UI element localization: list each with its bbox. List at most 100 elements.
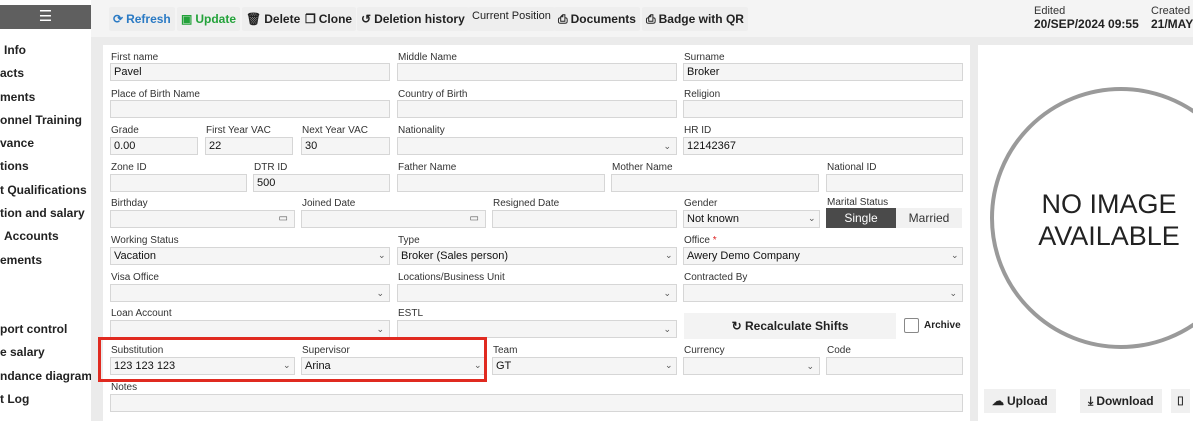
clone-button[interactable]: ❐ Clone: [301, 7, 357, 31]
currency-label: Currency: [684, 345, 725, 356]
contracted-by-label: Contracted By: [684, 272, 748, 283]
chevron-down-icon: ⌄: [665, 250, 673, 260]
sidebar-item-documents[interactable]: ments: [0, 86, 91, 109]
surname-input[interactable]: Broker: [683, 63, 963, 81]
place-of-birth-input[interactable]: [110, 100, 390, 118]
middle-name-input[interactable]: [397, 63, 677, 81]
archive-label: Archive: [924, 320, 961, 331]
sidebar-item-qualifications[interactable]: t Qualifications: [0, 179, 91, 202]
created-meta: Created 21/MAY/: [1151, 5, 1193, 31]
hr-id-input[interactable]: 12142367: [683, 137, 963, 155]
zone-id-label: Zone ID: [111, 162, 147, 173]
save-icon: ▣: [181, 12, 193, 26]
sidebar-item-base-salary[interactable]: e salary: [0, 341, 91, 364]
toolbar: ⟳ Refresh ▣ Update 🗑 Delete ❐ Clone ↺ Deletio…: [91, 0, 1193, 37]
current-position-button[interactable]: Current Position: [468, 7, 555, 31]
national-id-input[interactable]: [826, 174, 963, 192]
refresh-icon: ⟳: [113, 12, 124, 26]
dtr-id-label: DTR ID: [254, 162, 288, 173]
sidebar-item-accounts[interactable]: Accounts: [0, 225, 91, 248]
marital-married-option[interactable]: Married: [896, 208, 962, 228]
delete-button[interactable]: 🗑 Delete: [242, 7, 305, 31]
deletion-history-button[interactable]: ↺ Deletion history: [357, 7, 469, 31]
chevron-down-icon: ⌄: [376, 288, 384, 298]
place-of-birth-label: Place of Birth Name: [111, 89, 200, 100]
documents-button[interactable]: ⎙ Documents: [554, 7, 640, 31]
sidebar-item-audit-log[interactable]: t Log: [0, 388, 91, 411]
dtr-id-input[interactable]: 500: [253, 174, 390, 192]
nationality-select[interactable]: ⌄: [397, 137, 677, 155]
contracted-by-select[interactable]: ⌄: [683, 284, 963, 302]
cloud-upload-icon: ☁: [992, 394, 1004, 408]
trash-icon: ⌷: [1177, 393, 1185, 408]
chevron-down-icon: ⌄: [949, 288, 957, 298]
office-label-wrap: Office *: [684, 235, 717, 246]
upload-button[interactable]: ☁ Upload: [984, 389, 1056, 413]
recalculate-shifts-button[interactable]: ↻ Recalculate Shifts: [684, 313, 896, 339]
calendar-icon[interactable]: ▭: [279, 211, 288, 227]
loan-account-select[interactable]: ⌄: [110, 320, 390, 338]
chevron-down-icon: ⌄: [665, 360, 673, 370]
joined-date-input[interactable]: ▭: [301, 210, 486, 228]
copy-icon: ❐: [305, 12, 316, 26]
hamburger-menu-button[interactable]: ☰: [0, 5, 91, 29]
sidebar-item-passport-control[interactable]: port control: [0, 318, 91, 341]
code-input[interactable]: [826, 357, 963, 375]
gender-select[interactable]: Not known: [683, 210, 820, 228]
country-of-birth-input[interactable]: [397, 100, 677, 118]
first-year-vac-input[interactable]: 22: [205, 137, 293, 155]
code-label: Code: [827, 345, 851, 356]
religion-label: Religion: [684, 89, 721, 100]
badge-qr-button[interactable]: ⎙ Badge with QR: [642, 7, 748, 31]
type-label: Type: [398, 235, 420, 246]
update-button[interactable]: ▣ Update: [177, 7, 241, 31]
sidebar-item-info[interactable]: Info: [0, 39, 91, 62]
religion-input[interactable]: [683, 100, 963, 118]
sidebar-item-agreements[interactable]: ements: [0, 249, 91, 272]
mother-name-input[interactable]: [611, 174, 819, 192]
locations-select[interactable]: ⌄: [397, 284, 677, 302]
recalculate-label: Recalculate Shifts: [745, 319, 849, 333]
employee-edit-screen: ☰ Info acts ments onnel Training vance t…: [0, 0, 1193, 421]
birthday-input[interactable]: ▭: [110, 210, 295, 228]
marital-single-option[interactable]: Single: [826, 208, 896, 228]
visa-office-select[interactable]: ⌄: [110, 284, 390, 302]
download-button[interactable]: ⤓ Download: [1080, 389, 1162, 413]
chevron-down-icon: ⌄: [806, 361, 814, 371]
zone-id-input[interactable]: [110, 174, 247, 192]
documents-label: Documents: [570, 12, 636, 26]
sidebar-item-contacts[interactable]: acts: [0, 62, 91, 85]
trash-icon: 🗑: [246, 12, 262, 26]
office-label: Office: [684, 235, 710, 246]
next-year-vac-label: Next Year VAC: [302, 125, 368, 136]
sidebar-item-positions[interactable]: tions: [0, 155, 91, 178]
more-button[interactable]: ⌷: [1171, 389, 1191, 413]
team-select[interactable]: GT: [492, 357, 677, 375]
notes-input[interactable]: [110, 394, 963, 412]
resigned-date-input[interactable]: [492, 210, 677, 228]
estl-select[interactable]: ⌄: [397, 320, 677, 338]
archive-checkbox-wrap[interactable]: Archive: [904, 318, 961, 333]
sidebar-item-personnel-training[interactable]: onnel Training: [0, 109, 91, 132]
team-label: Team: [493, 345, 518, 356]
badge-qr-label: Badge with QR: [658, 12, 744, 26]
sidebar-item-position-and-salary[interactable]: tion and salary: [0, 202, 91, 225]
refresh-button[interactable]: ⟳ Refresh: [109, 7, 175, 31]
working-status-select[interactable]: Vacation: [110, 247, 390, 265]
birthday-label: Birthday: [111, 198, 148, 209]
next-year-vac-input[interactable]: 30: [301, 137, 390, 155]
sidebar-item-attendance-diagram[interactable]: ndance diagram: [0, 365, 91, 388]
calendar-icon[interactable]: ▭: [470, 211, 479, 227]
sidebar-item-allowance[interactable]: vance: [0, 132, 91, 155]
update-label: Update: [195, 12, 237, 26]
father-name-input[interactable]: [397, 174, 605, 192]
first-name-input[interactable]: Pavel: [110, 63, 390, 81]
edited-meta: Edited 20/SEP/2024 09:55: [1034, 5, 1139, 31]
gender-label: Gender: [684, 198, 718, 209]
currency-select[interactable]: ⌄: [683, 357, 820, 375]
archive-checkbox[interactable]: [904, 318, 919, 333]
grade-input[interactable]: 0.00: [110, 137, 198, 155]
refresh-icon: ↻: [731, 319, 742, 333]
office-select[interactable]: Awery Demo Company: [683, 247, 963, 265]
type-select[interactable]: Broker (Sales person): [397, 247, 677, 265]
